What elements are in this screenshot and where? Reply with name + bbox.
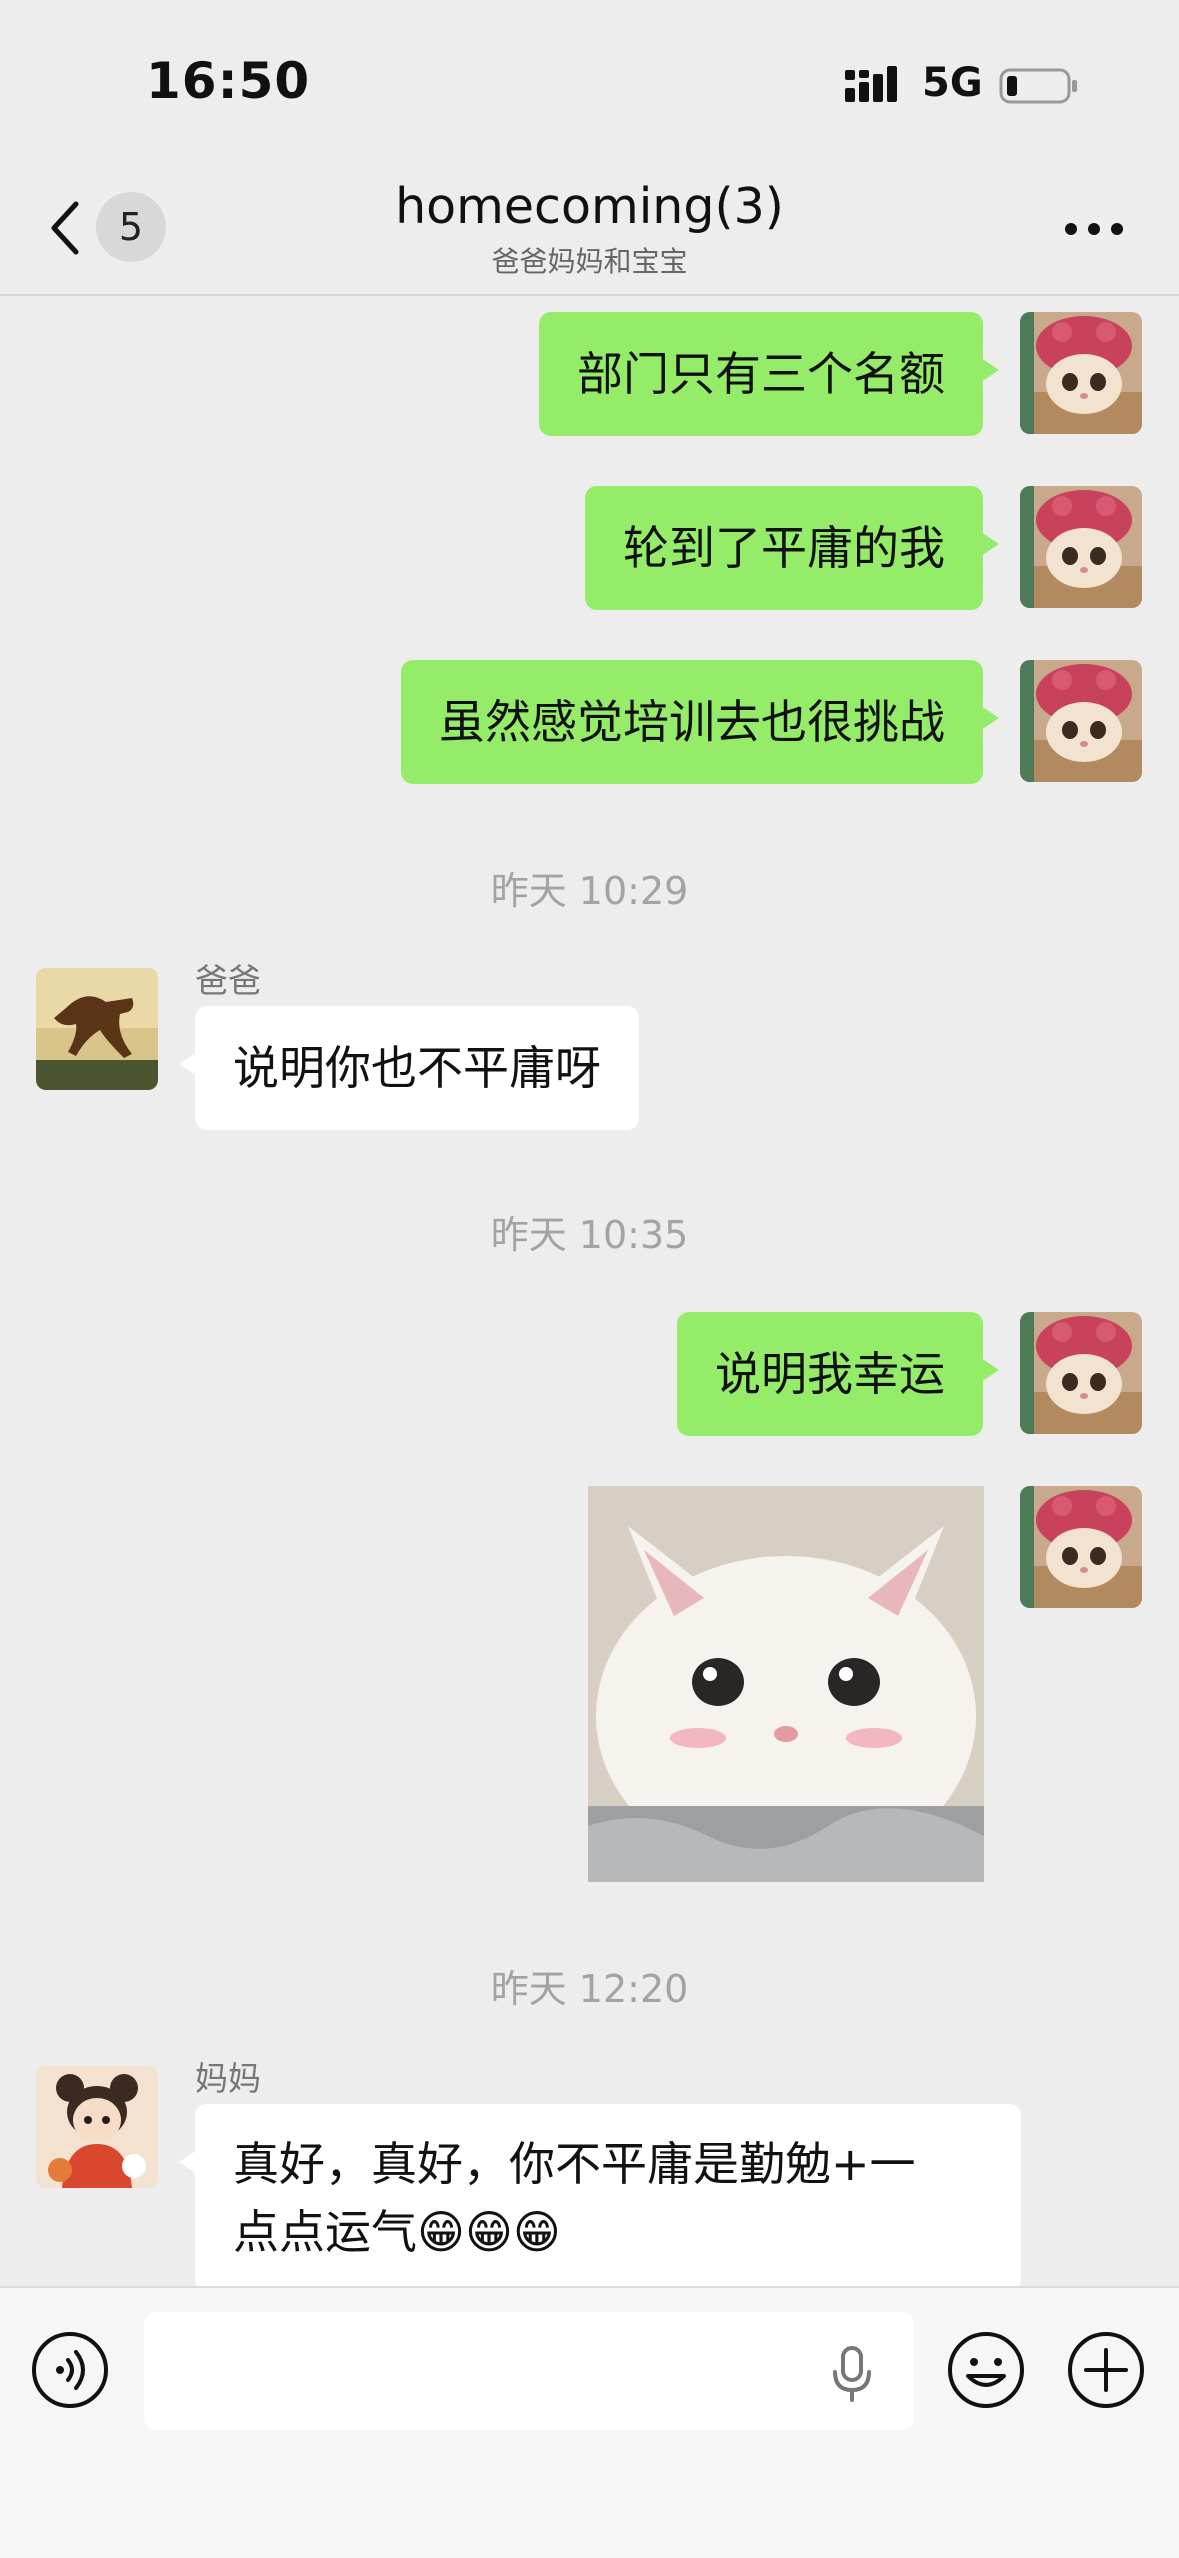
status-time: 16:50 — [146, 52, 311, 110]
sender-avatar-dad[interactable] — [36, 968, 158, 1090]
battery-icon — [999, 68, 1077, 104]
message-bubble-incoming[interactable]: 说明你也不平庸呀 — [179, 1006, 639, 1130]
message-bubble-incoming[interactable]: 真好，真好，你不平庸是勤勉+一 点点运气😁😁😁 — [179, 2104, 1021, 2286]
message-input[interactable] — [144, 2312, 914, 2430]
input-bar — [0, 2286, 1179, 2558]
emoji-icon[interactable] — [946, 2330, 1026, 2410]
kitten-sticker-image[interactable] — [588, 1486, 984, 1882]
sender-name: 爸爸 — [195, 961, 261, 1000]
message-bubble-outgoing[interactable]: 轮到了平庸的我 — [585, 486, 999, 610]
chat-title: homecoming(3) — [395, 178, 784, 235]
my-avatar[interactable] — [1020, 1312, 1142, 1434]
timestamp: 昨天 12:20 — [490, 1967, 689, 2011]
message-bubble-outgoing[interactable]: 虽然感觉培训去也很挑战 — [401, 660, 999, 784]
plus-icon[interactable] — [1066, 2330, 1146, 2410]
sender-avatar-mom[interactable] — [36, 2066, 158, 2188]
message-line: 真好，真好，你不平庸是勤勉+一 — [233, 2137, 916, 2191]
voice-icon[interactable] — [30, 2330, 110, 2410]
sender-name: 妈妈 — [195, 2059, 261, 2098]
message-line: 点点运气😁😁😁 — [233, 2205, 561, 2259]
more-dots-icon[interactable] — [1064, 222, 1124, 236]
chat-header: 5 homecoming(3) 爸爸妈妈和宝宝 — [0, 160, 1179, 296]
timestamp: 昨天 10:29 — [490, 869, 689, 913]
my-avatar[interactable] — [1020, 486, 1142, 608]
message-bubble-outgoing[interactable]: 部门只有三个名额 — [539, 312, 999, 436]
chat-subtitle: 爸爸妈妈和宝宝 — [491, 245, 688, 278]
cellular-signal-icon — [845, 66, 897, 102]
timestamp: 昨天 10:35 — [490, 1213, 689, 1257]
microphone-icon[interactable] — [830, 2346, 874, 2402]
message-list[interactable]: 部门只有三个名额 轮到了平庸的我 虽然感觉培训去也很挑战 昨天 10:29 爸爸… — [0, 296, 1179, 2286]
my-avatar[interactable] — [1020, 1486, 1142, 1608]
my-avatar[interactable] — [1020, 660, 1142, 782]
message-bubble-outgoing[interactable]: 说明我幸运 — [677, 1312, 999, 1436]
my-avatar[interactable] — [1020, 312, 1142, 434]
status-bar: 16:50 5G — [0, 0, 1179, 160]
network-type: 5G — [922, 60, 983, 106]
